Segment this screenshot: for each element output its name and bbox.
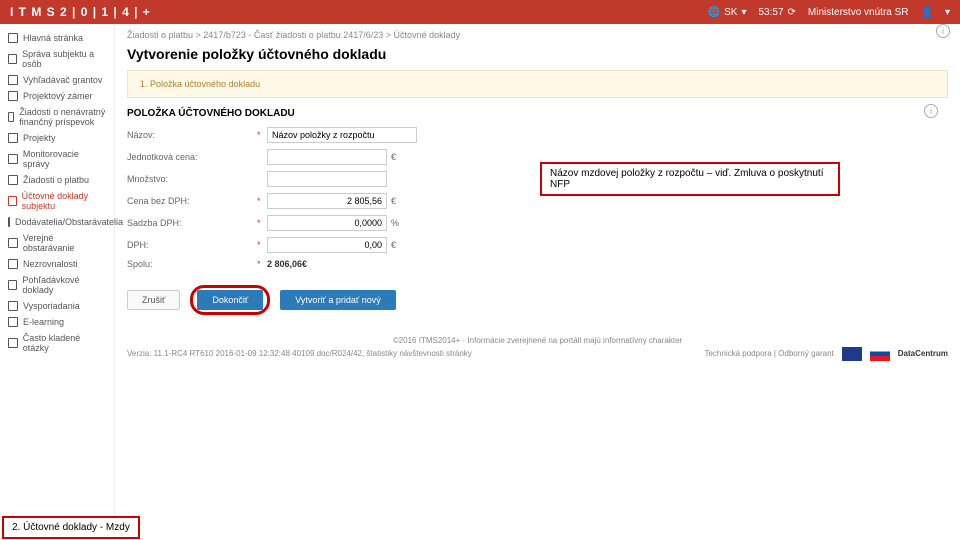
sidebar-item-elearning[interactable]: E-learning — [0, 314, 114, 330]
cancel-button[interactable]: Zrušiť — [127, 290, 180, 310]
content-area: i Žiadosti o platbu > 2417/b723 - Časť ž… — [115, 24, 960, 540]
report-icon — [8, 154, 18, 164]
label-spolu: Spolu: — [127, 259, 257, 269]
sidebar-item-suppliers[interactable]: Dodávatelia/Obstarávatelia — [0, 214, 114, 230]
input-nazov[interactable] — [267, 127, 417, 143]
sidebar-item-nfp[interactable]: Žiadosti o nenávratný finančný príspevok — [0, 104, 114, 130]
session-timer: 53:57 ⟳ — [759, 7, 796, 18]
home-icon — [8, 33, 18, 43]
section-info-icon[interactable]: i — [924, 104, 938, 118]
people-icon — [8, 54, 17, 64]
footer: ©2016 ITMS2014+ · Informácie zverejnené … — [127, 335, 948, 361]
annotation-callout-2: 2. Účtovné doklady - Mzdy — [2, 516, 140, 539]
sidebar-item-monitoring[interactable]: Monitorovacie správy — [0, 146, 114, 172]
input-cena-bez-dph[interactable] — [267, 193, 387, 209]
sidebar-item-grants[interactable]: Vyhľadávač grantov — [0, 72, 114, 88]
sidebar-item-procurement[interactable]: Verejné obstarávanie — [0, 230, 114, 256]
highlight-ring: Dokončiť — [190, 285, 270, 315]
row-spolu: Spolu: * 2 806,06€ — [127, 259, 948, 269]
receivable-icon — [8, 280, 17, 290]
suppliers-icon — [8, 217, 10, 227]
row-nazov: Názov: * — [127, 127, 948, 143]
search-icon — [8, 75, 18, 85]
label-cena-bez-dph: Cena bez DPH: — [127, 196, 257, 206]
projects-icon — [8, 133, 18, 143]
sidebar-item-payments[interactable]: Žiadosti o platbu — [0, 172, 114, 188]
ministry-name: Ministerstvo vnútra SR — [808, 7, 909, 18]
value-spolu: 2 806,06€ — [267, 259, 307, 269]
sidebar: Hlavná stránka Správa subjektu a osôb Vy… — [0, 24, 115, 540]
user-menu-chevron[interactable]: ▾ — [945, 7, 950, 18]
button-row: Zrušiť Dokončiť Vytvoriť a pridať nový — [127, 285, 948, 315]
faq-icon — [8, 338, 18, 348]
section-title: POLOŽKA ÚČTOVNÉHO DOKLADU — [127, 108, 948, 119]
info-icon[interactable]: i — [936, 24, 950, 38]
sidebar-item-intent[interactable]: Projektový zámer — [0, 88, 114, 104]
payment-icon — [8, 175, 18, 185]
doc-icon — [8, 112, 14, 122]
page-title: Vytvorenie položky účtovného dokladu — [127, 46, 948, 62]
label-dph: DPH: — [127, 240, 257, 250]
create-add-button[interactable]: Vytvoriť a pridať nový — [280, 290, 395, 310]
sidebar-item-receivables[interactable]: Pohľadávkové doklady — [0, 272, 114, 298]
label-jedn-cena: Jednotková cena: — [127, 152, 257, 162]
label-mnozstvo: Množstvo: — [127, 174, 257, 184]
doc-icon — [8, 91, 18, 101]
topbar-right: 🌐 SK ▾ 53:57 ⟳ Ministerstvo vnútra SR 👤 … — [708, 7, 950, 18]
footer-copy: ©2016 ITMS2014+ — [393, 336, 461, 345]
warn-icon — [8, 259, 18, 269]
input-jedn-cena[interactable] — [267, 149, 387, 165]
annotation-callout-1: Názov mzdovej položky z rozpočtu – viď. … — [540, 162, 840, 196]
procurement-icon — [8, 238, 18, 248]
row-dph: DPH: * € — [127, 237, 948, 253]
label-sadzba-dph: Sadzba DPH: — [127, 218, 257, 228]
input-dph[interactable] — [267, 237, 387, 253]
user-icon[interactable]: 👤 — [921, 7, 933, 18]
label-nazov: Názov: — [127, 130, 257, 140]
finish-button[interactable]: Dokončiť — [197, 290, 263, 310]
sidebar-item-irregularities[interactable]: Nezrovnalosti — [0, 256, 114, 272]
elearning-icon — [8, 317, 18, 327]
datacentrum-logo: DataCentrum — [898, 348, 948, 360]
sk-flag-icon — [870, 347, 890, 361]
row-sadzba-dph: Sadzba DPH: * % — [127, 215, 948, 231]
lang-switch[interactable]: 🌐 SK ▾ — [708, 7, 747, 18]
breadcrumb[interactable]: Žiadosti o platbu > 2417/b723 - Časť žia… — [127, 30, 948, 40]
sidebar-item-accounting[interactable]: Účtovné doklady subjektu — [0, 188, 114, 214]
sidebar-item-projects[interactable]: Projekty — [0, 130, 114, 146]
accounting-icon — [8, 196, 17, 206]
footer-links[interactable]: Technická podpora | Odborný garant — [704, 348, 833, 360]
input-mnozstvo[interactable] — [267, 171, 387, 187]
settlement-icon — [8, 301, 18, 311]
top-bar: I T M S 2 | 0 | 1 | 4 | + 🌐 SK ▾ 53:57 ⟳… — [0, 0, 960, 24]
sidebar-item-subjects[interactable]: Správa subjektu a osôb — [0, 46, 114, 72]
footer-info: Informácie zverejnené na portáli majú in… — [467, 336, 682, 345]
sidebar-item-faq[interactable]: Často kladené otázky — [0, 330, 114, 356]
eu-flag-icon — [842, 347, 862, 361]
step-indicator: 1. Položka účtovného dokladu — [127, 70, 948, 98]
app-logo: I T M S 2 | 0 | 1 | 4 | + — [10, 5, 708, 19]
sidebar-item-settlements[interactable]: Vysporiadania — [0, 298, 114, 314]
sidebar-item-home[interactable]: Hlavná stránka — [0, 30, 114, 46]
footer-version: Verzia: 11.1-RC4 RT610 2016-01-09 12:32:… — [127, 348, 472, 360]
input-sadzba-dph[interactable] — [267, 215, 387, 231]
